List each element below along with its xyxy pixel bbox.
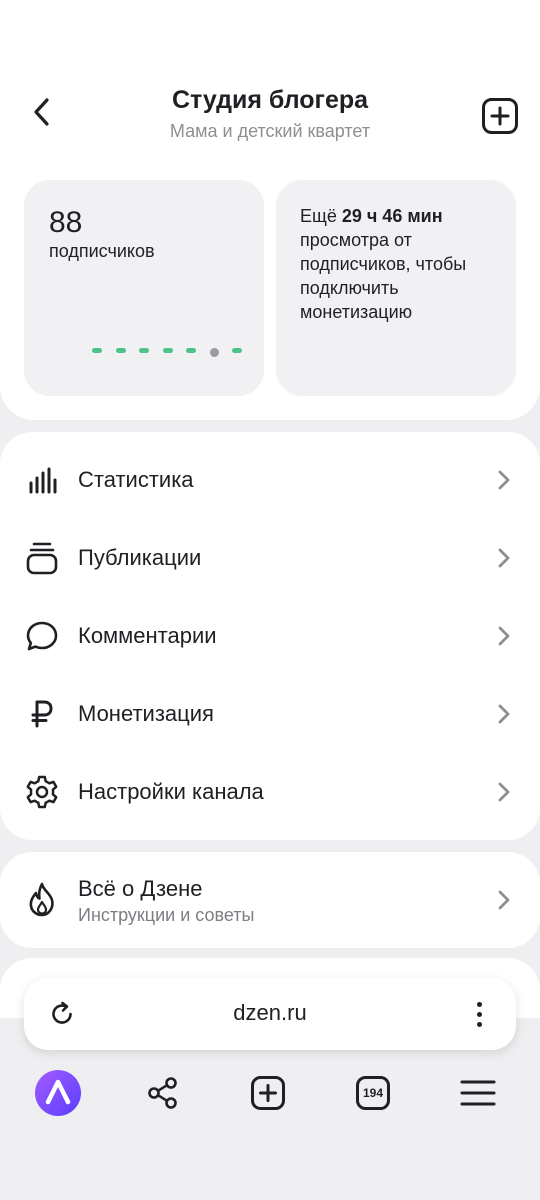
studio-menu: Статистика Публикации Комментарии Монети…: [0, 432, 540, 840]
channel-name: Мама и детский квартет: [169, 121, 371, 141]
about-subtitle: Инструкции и советы: [78, 905, 255, 925]
kebab-dot: [476, 1011, 482, 1017]
menu-button[interactable]: [453, 1068, 503, 1118]
page-title: Студия блогера: [171, 86, 369, 114]
monetization-progress-card[interactable]: Ещё 29 ч 46 мин просмотра от подписчиков,…: [276, 180, 516, 396]
menu-item-label: Публикации: [78, 545, 202, 570]
alice-icon: [35, 1070, 81, 1116]
menu-item-publications[interactable]: Публикации: [0, 519, 540, 597]
tabs-button[interactable]: 194: [348, 1068, 398, 1118]
chevron-right-icon: [494, 546, 514, 570]
menu-item-label: Статистика: [78, 467, 194, 492]
subscribers-label: подписчиков: [49, 241, 155, 261]
chat-bubble-icon: [24, 618, 60, 654]
ruble-icon: [24, 696, 60, 732]
flame-icon: [24, 882, 60, 918]
studio-header-card: Студия блогера Мама и детский квартет 88…: [0, 0, 540, 420]
chevron-right-icon: [494, 888, 514, 912]
hamburger-icon: [460, 1080, 496, 1106]
share-icon: [148, 1077, 177, 1109]
stack-icon: [24, 540, 60, 576]
chevron-right-icon: [494, 780, 514, 804]
sparkline-dot: [115, 347, 126, 353]
kebab-dot: [476, 1021, 482, 1027]
add-publication-button[interactable]: [480, 96, 520, 136]
sparkline-dot: [232, 347, 242, 353]
sparkline-dot: [92, 347, 102, 353]
menu-item-label: Настройки канала: [78, 779, 264, 804]
share-button[interactable]: [138, 1068, 188, 1118]
sparkline-dot: [162, 347, 173, 353]
subscribers-sparkline: [92, 343, 242, 357]
browser-bottom-nav: 194: [0, 1060, 540, 1126]
sparkline-dot: [139, 347, 149, 353]
menu-item-label: Комментарии: [78, 623, 217, 648]
monetization-prefix: Ещё: [300, 206, 342, 226]
about-dzen-item[interactable]: Всё о Дзене Инструкции и советы: [0, 852, 540, 948]
url-text[interactable]: dzen.ru: [24, 1000, 516, 1026]
monetization-time: 29 ч 46 мин: [341, 206, 443, 226]
kebab-dot: [476, 1001, 482, 1007]
bar-chart-icon: [24, 462, 60, 498]
more-options-button[interactable]: [464, 994, 494, 1034]
sparkline-dot-current: [209, 347, 219, 357]
subscribers-count: 88: [49, 206, 83, 239]
menu-item-label: Монетизация: [78, 701, 214, 726]
about-title: Всё о Дзене: [78, 876, 203, 901]
plus-square-icon: [482, 98, 518, 134]
menu-item-statistics[interactable]: Статистика: [0, 441, 540, 519]
browser-address-bar[interactable]: dzen.ru: [24, 978, 516, 1050]
menu-item-monetization[interactable]: Монетизация: [0, 675, 540, 753]
monetization-suffix: просмотра от подписчиков, чтобы подключи…: [300, 230, 467, 322]
chevron-right-icon: [494, 468, 514, 492]
monetization-progress-text: Ещё 29 ч 46 мин просмотра от подписчиков,…: [300, 204, 500, 324]
new-tab-button[interactable]: [243, 1068, 293, 1118]
menu-item-channel-settings[interactable]: Настройки канала: [0, 753, 540, 831]
alice-assistant-button[interactable]: [33, 1068, 83, 1118]
tabs-count: 194: [362, 1086, 384, 1100]
menu-item-comments[interactable]: Комментарии: [0, 597, 540, 675]
subscribers-card[interactable]: 88 подписчиков: [24, 180, 264, 396]
plus-square-icon: [251, 1076, 285, 1110]
sparkline-dot: [186, 347, 196, 353]
chevron-right-icon: [494, 702, 514, 726]
gear-icon: [24, 774, 60, 810]
chevron-right-icon: [494, 624, 514, 648]
